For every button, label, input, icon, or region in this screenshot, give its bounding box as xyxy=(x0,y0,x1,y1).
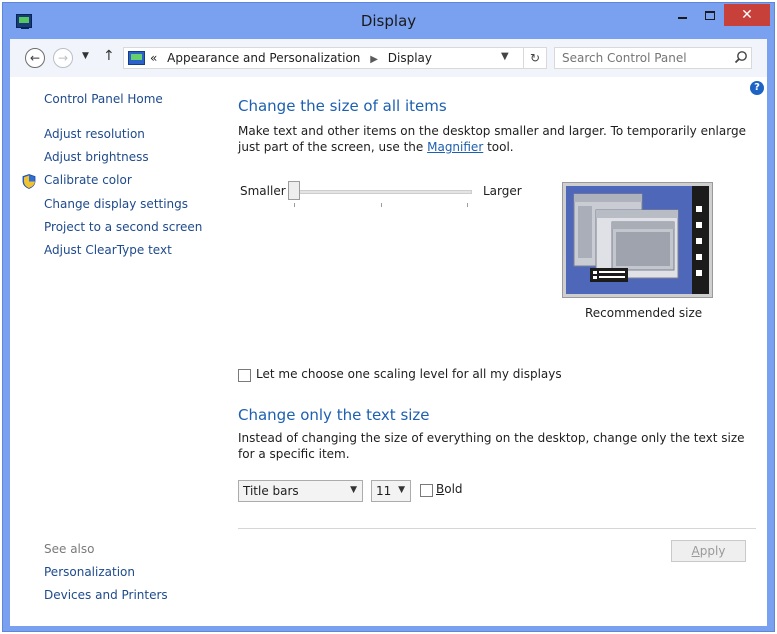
shield-icon xyxy=(22,174,36,189)
section-description-text-size: Instead of changing the size of everythi… xyxy=(238,431,745,461)
preview-caption: Recommended size xyxy=(585,306,703,320)
breadcrumb-appearance[interactable]: Appearance and Personalization xyxy=(167,51,360,65)
back-arrow-icon: ← xyxy=(29,51,41,65)
scaling-level-checkbox-label[interactable]: Let me choose one scaling level for all … xyxy=(256,367,562,381)
slider-tick xyxy=(467,203,468,207)
section-description-size-all-items: Make text and other items on the desktop… xyxy=(238,123,748,155)
personalization-link[interactable]: Personalization xyxy=(44,565,135,579)
minimize-button[interactable] xyxy=(668,4,696,26)
slider-max-label: Larger xyxy=(483,184,522,198)
refresh-icon: ↻ xyxy=(529,51,541,65)
size-preview-image xyxy=(562,182,713,298)
search-icon[interactable] xyxy=(733,49,749,67)
up-button[interactable]: ↑ xyxy=(103,48,115,64)
forward-arrow-icon: → xyxy=(57,51,69,65)
window-client-area: ← → ▼ ↑ « Appearance and Personalization… xyxy=(10,39,767,626)
left-pane: Control Panel Home Adjust resolution Adj… xyxy=(10,77,220,626)
refresh-button[interactable]: ↻ xyxy=(523,48,546,68)
scaling-level-checkbox[interactable] xyxy=(238,369,251,382)
main-pane: Change the size of all items Make text a… xyxy=(238,77,767,626)
forward-button[interactable]: → xyxy=(53,48,73,68)
bold-label-rest: old xyxy=(444,482,463,496)
search-box[interactable] xyxy=(554,47,752,69)
apply-label-accelerator: A xyxy=(691,544,700,558)
window-title: Display xyxy=(360,12,417,30)
display-window: Display ✕ ← → ▼ ↑ « Appearance and Perso… xyxy=(2,2,775,632)
slider-min-label: Smaller xyxy=(240,184,286,198)
size-slider-track[interactable] xyxy=(292,190,472,194)
up-arrow-icon: ↑ xyxy=(103,48,115,64)
back-button[interactable]: ← xyxy=(25,48,45,68)
font-size-select[interactable]: 11 ▼ xyxy=(371,480,411,502)
breadcrumb-display[interactable]: Display xyxy=(388,51,432,65)
section-divider xyxy=(238,528,756,529)
breadcrumb-separator-icon[interactable]: ▶ xyxy=(370,54,378,65)
slider-tick xyxy=(381,203,382,207)
maximize-icon xyxy=(705,10,715,20)
address-dropdown-icon[interactable]: ▼ xyxy=(501,51,509,62)
chevron-down-icon: ▼ xyxy=(82,51,89,61)
section-title-text-size: Change only the text size xyxy=(238,406,430,424)
section-title-size-all-items: Change the size of all items xyxy=(238,97,447,115)
bold-checkbox[interactable] xyxy=(420,484,433,497)
see-also-heading: See also xyxy=(44,542,95,556)
calibrate-color-link[interactable]: Calibrate color xyxy=(44,173,132,187)
search-input[interactable] xyxy=(562,51,722,65)
chevron-down-icon: ▼ xyxy=(350,485,357,495)
adjust-brightness-link[interactable]: Adjust brightness xyxy=(44,150,149,164)
bold-checkbox-label[interactable]: Bold xyxy=(436,482,463,496)
title-bar[interactable]: Display ✕ xyxy=(3,3,774,39)
recent-locations-button[interactable]: ▼ xyxy=(82,51,89,61)
adjust-resolution-link[interactable]: Adjust resolution xyxy=(44,127,145,141)
control-panel-home-link[interactable]: Control Panel Home xyxy=(44,92,163,106)
adjust-cleartype-text-link[interactable]: Adjust ClearType text xyxy=(44,243,172,257)
item-select-value: Title bars xyxy=(243,484,299,498)
minimize-icon xyxy=(677,17,687,19)
navigation-bar: ← → ▼ ↑ « Appearance and Personalization… xyxy=(10,39,767,77)
control-panel-icon xyxy=(128,51,145,65)
maximize-button[interactable] xyxy=(696,4,724,26)
breadcrumb: « Appearance and Personalization ▶ Displ… xyxy=(150,51,432,65)
close-icon: ✕ xyxy=(741,7,753,23)
font-size-select-value: 11 xyxy=(376,484,392,498)
breadcrumb-overflow[interactable]: « xyxy=(150,51,157,65)
size-slider-thumb[interactable] xyxy=(288,181,300,200)
apply-label-rest: pply xyxy=(699,544,726,558)
bold-label-accelerator: B xyxy=(436,482,445,496)
change-display-settings-link[interactable]: Change display settings xyxy=(44,197,188,211)
slider-tick xyxy=(294,203,295,207)
project-to-second-screen-link[interactable]: Project to a second screen xyxy=(44,220,202,234)
address-bar[interactable]: « Appearance and Personalization ▶ Displ… xyxy=(123,47,547,69)
apply-button[interactable]: Apply xyxy=(671,540,746,562)
chevron-down-icon: ▼ xyxy=(398,485,405,495)
item-select[interactable]: Title bars ▼ xyxy=(238,480,363,502)
devices-and-printers-link[interactable]: Devices and Printers xyxy=(44,588,168,602)
desc-text-after: tool. xyxy=(483,140,514,154)
magnifier-link[interactable]: Magnifier xyxy=(427,140,483,154)
close-button[interactable]: ✕ xyxy=(724,4,770,26)
